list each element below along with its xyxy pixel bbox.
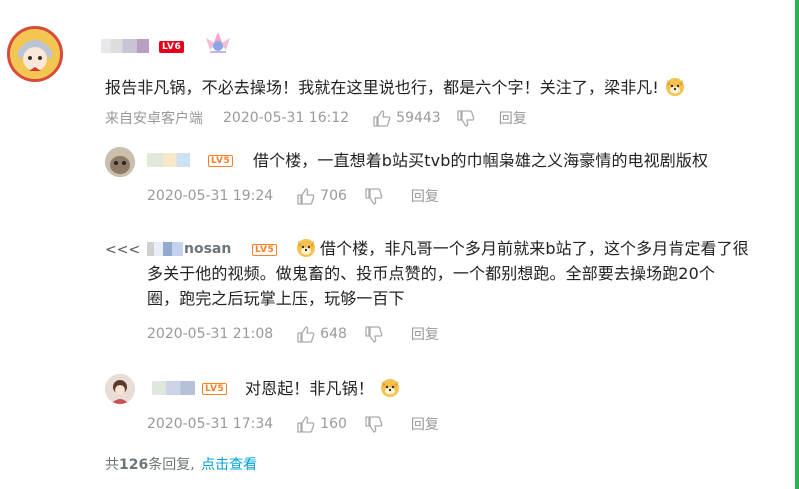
dislike-button[interactable] bbox=[457, 109, 475, 127]
username-blurred bbox=[101, 39, 149, 53]
username-blurred[interactable] bbox=[147, 242, 183, 256]
reply-meta: 2020-05-31 19:24 706 回复 bbox=[147, 186, 439, 206]
username-visible-part[interactable]: nosan bbox=[184, 241, 231, 257]
reply-avatar[interactable] bbox=[105, 147, 135, 177]
doge-emoji-icon bbox=[295, 236, 315, 257]
level-badge: LV5 bbox=[202, 383, 228, 395]
like-button[interactable]: 160 bbox=[297, 415, 347, 433]
like-button[interactable]: 59443 bbox=[373, 109, 441, 127]
thumb-down-icon bbox=[365, 187, 383, 205]
post-time: 2020-05-31 21:08 bbox=[147, 326, 274, 342]
reply-meta: 2020-05-31 21:08 648 回复 bbox=[147, 324, 439, 344]
comment-text: 对恩起！非凡锅！ bbox=[245, 379, 374, 398]
reply-button[interactable]: 回复 bbox=[411, 324, 439, 344]
post-time: 2020-05-31 16:12 bbox=[223, 110, 350, 126]
dislike-button[interactable] bbox=[365, 187, 383, 205]
main-comment-meta: 来自安卓客户端 2020-05-31 16:12 59443 回复 bbox=[105, 108, 527, 128]
reply-meta: 2020-05-31 17:34 160 回复 bbox=[147, 414, 439, 434]
reply-avatar[interactable] bbox=[105, 374, 135, 404]
footer-prefix: 共 bbox=[105, 457, 119, 473]
main-comment-text: 报告非凡锅，不必去操场！我就在这里说也行，都是六个字！关注了，梁非凡! bbox=[105, 75, 685, 100]
level-badge: LV5 bbox=[252, 244, 278, 256]
dislike-button[interactable] bbox=[365, 325, 383, 343]
avatar-image bbox=[105, 147, 135, 177]
thumb-up-icon bbox=[297, 415, 315, 433]
like-count: 160 bbox=[320, 416, 347, 432]
source-label: 来自安卓客户端 bbox=[105, 111, 203, 127]
comment-text: 报告非凡锅，不必去操场！我就在这里说也行，都是六个字！关注了，梁非凡! bbox=[105, 78, 659, 97]
avatar-image bbox=[105, 374, 135, 404]
reply-text-line-1: 借个楼，非凡哥一个多月前就来b站了，这个多月肯定看了很 bbox=[320, 239, 749, 258]
view-all-replies-link[interactable]: 点击查看 bbox=[201, 457, 257, 473]
reply-text-line-2: 多关于他的视频。做鬼畜的、投币点赞的，一个都别想跑。全部要去操场跑20个 bbox=[147, 264, 715, 283]
main-comment-username[interactable] bbox=[101, 38, 149, 57]
thumb-up-icon bbox=[297, 187, 315, 205]
thumb-up-icon bbox=[297, 325, 315, 343]
reply-button[interactable]: 回复 bbox=[411, 186, 439, 206]
reply-button[interactable]: 回复 bbox=[499, 108, 527, 128]
dislike-button[interactable] bbox=[365, 415, 383, 433]
main-comment-avatar[interactable] bbox=[7, 26, 63, 82]
thumb-down-icon bbox=[457, 109, 475, 127]
level-badge: LV5 bbox=[208, 155, 234, 167]
post-time: 2020-05-31 17:34 bbox=[147, 416, 274, 432]
avatar-image bbox=[10, 29, 60, 79]
like-count: 706 bbox=[320, 188, 347, 204]
username-blurred[interactable] bbox=[147, 381, 195, 395]
reply-text: 对恩起！非凡锅！ bbox=[245, 376, 399, 401]
footer-suffix: 条回复, bbox=[148, 457, 195, 473]
reply-text-line-3: 圈，跑完之后玩掌上压，玩够一百下 bbox=[147, 289, 405, 308]
pendant-icon bbox=[200, 28, 236, 60]
level-badge: LV6 bbox=[159, 41, 185, 53]
reply-button[interactable]: 回复 bbox=[411, 414, 439, 434]
post-time: 2020-05-31 19:24 bbox=[147, 188, 274, 204]
reply-count-footer: 共126条回复, 点击查看 bbox=[105, 454, 257, 474]
thumb-up-icon bbox=[373, 109, 391, 127]
reply-count: 126 bbox=[119, 457, 149, 473]
thumb-down-icon bbox=[365, 325, 383, 343]
thumb-down-icon bbox=[365, 415, 383, 433]
like-count: 648 bbox=[320, 326, 347, 342]
doge-emoji-icon bbox=[379, 376, 399, 397]
username-blurred[interactable] bbox=[147, 153, 201, 167]
like-count: 59443 bbox=[396, 110, 441, 126]
doge-emoji-icon bbox=[664, 75, 685, 96]
reply-text: 借个楼，一直想着b站买tvb的巾帼枭雄之义海豪情的电视剧版权 bbox=[253, 151, 709, 170]
like-button[interactable]: 706 bbox=[297, 187, 347, 205]
scrollbar[interactable] bbox=[795, 0, 799, 489]
like-button[interactable]: 648 bbox=[297, 325, 347, 343]
reply-marker: <<< bbox=[105, 242, 141, 258]
